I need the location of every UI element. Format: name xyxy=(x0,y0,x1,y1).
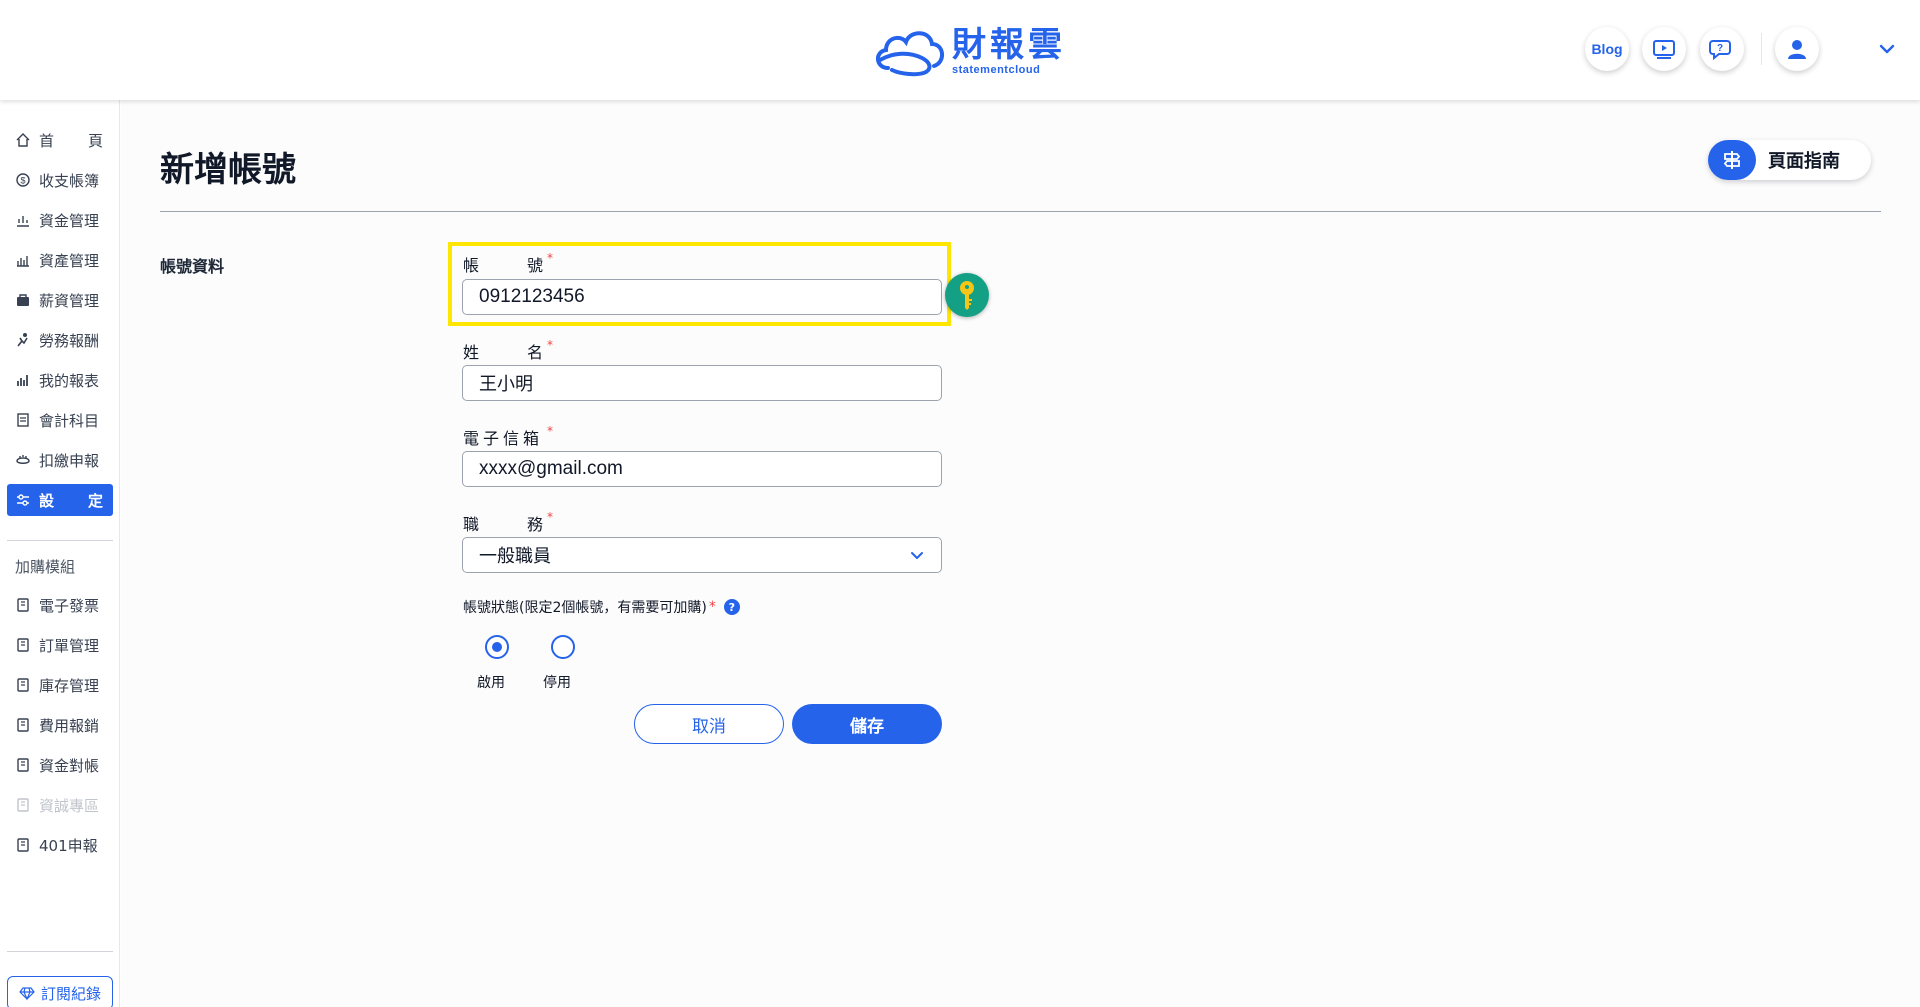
sidebar-item-settings[interactable]: 設定 xyxy=(7,484,113,516)
status-enabled-label: 啟用 xyxy=(477,675,505,691)
user-icon xyxy=(1788,40,1806,59)
brand-name-cn: 財報雲 xyxy=(952,24,1066,65)
sidebar-divider xyxy=(7,951,113,952)
sidebar-item-e-invoice[interactable]: 電子發票 xyxy=(7,589,113,621)
blog-button[interactable]: Blog xyxy=(1585,27,1629,71)
subscription-history-button[interactable]: 訂閱紀錄 xyxy=(7,976,113,1007)
sidebar-item-pwc-zone: 資誠專區 xyxy=(7,789,113,821)
ledger-icon xyxy=(17,413,29,427)
brand-logo[interactable]: 財報雲 statementcloud xyxy=(870,22,1066,80)
sidebar-divider xyxy=(7,540,113,541)
title-divider xyxy=(160,211,1881,212)
save-button[interactable]: 儲存 xyxy=(792,704,942,744)
module-icon xyxy=(17,838,29,852)
account-input[interactable]: 0912123456 xyxy=(462,279,942,315)
status-enabled-radio[interactable] xyxy=(485,635,509,659)
help-chat-icon: ? xyxy=(1709,40,1731,61)
header-divider xyxy=(1761,33,1762,65)
account-label: 帳號 * xyxy=(463,251,553,275)
sidebar xyxy=(0,100,120,1007)
sidebar-item-asset-management[interactable]: 資產管理 xyxy=(7,244,113,276)
email-label: 電子信箱 * xyxy=(463,424,554,448)
sidebar-item-withholding-declaration[interactable]: 扣繳申報 xyxy=(7,444,113,476)
required-mark: * xyxy=(547,424,554,438)
status-disabled-label: 停用 xyxy=(543,675,571,691)
video-guide-icon xyxy=(1653,40,1675,59)
asset-icon xyxy=(17,256,29,267)
key-icon xyxy=(960,281,974,310)
help-icon[interactable]: ? xyxy=(723,599,740,615)
role-label: 職務 * xyxy=(463,510,553,534)
required-mark: * xyxy=(547,338,553,352)
status-disabled-radio[interactable] xyxy=(551,635,575,659)
required-mark: * xyxy=(708,599,716,615)
svg-text:$: $ xyxy=(20,176,25,186)
module-icon xyxy=(17,638,29,652)
module-icon xyxy=(17,798,29,812)
sidebar-item-accounting-subjects[interactable]: 會計科目 xyxy=(7,404,113,436)
module-icon xyxy=(17,598,29,612)
role-select[interactable]: 一般職員 xyxy=(462,537,942,573)
coin-icon: $ xyxy=(16,173,30,187)
email-input[interactable]: xxxx@gmail.com xyxy=(462,451,942,487)
signpost-icon xyxy=(1723,151,1741,169)
cancel-button[interactable]: 取消 xyxy=(634,704,784,744)
help-chat-button[interactable]: ? xyxy=(1700,27,1744,71)
required-mark: * xyxy=(547,510,553,524)
generate-key-button[interactable] xyxy=(945,273,989,317)
addon-section-title: 加購模組 xyxy=(15,558,76,576)
top-header: 財報雲 statementcloud Blog ? xyxy=(0,0,1920,100)
chevron-down-icon xyxy=(911,552,923,559)
diamond-icon xyxy=(19,987,35,1001)
sidebar-item-401-declaration[interactable]: 401申報 xyxy=(7,829,113,861)
labor-icon xyxy=(17,333,28,347)
sidebar-item-my-reports[interactable]: 我的報表 xyxy=(7,364,113,396)
sidebar-item-expense-reimbursement[interactable]: 費用報銷 xyxy=(7,709,113,741)
module-icon xyxy=(17,678,29,692)
page-guide-button[interactable]: 頁面指南 xyxy=(1708,140,1871,180)
page-title: 新增帳號 xyxy=(160,150,296,190)
brand-name-en: statementcloud xyxy=(952,63,1041,76)
home-icon xyxy=(16,133,30,147)
user-avatar-button[interactable] xyxy=(1775,27,1819,71)
video-guide-button[interactable] xyxy=(1642,27,1686,71)
module-icon xyxy=(17,758,29,772)
sidebar-item-ledger-book[interactable]: $ 收支帳簿 xyxy=(7,164,113,196)
cloud-logo-icon xyxy=(876,31,944,77)
tax-icon xyxy=(16,455,30,464)
sidebar-item-order-management[interactable]: 訂單管理 xyxy=(7,629,113,661)
section-label: 帳號資料 xyxy=(160,257,225,276)
settings-sliders-icon xyxy=(17,494,29,506)
report-icon xyxy=(17,375,28,386)
name-input[interactable]: 王小明 xyxy=(462,365,942,401)
page-guide-label: 頁面指南 xyxy=(1768,151,1840,172)
name-label: 姓名 * xyxy=(463,338,553,362)
account-status-label: 帳號狀態(限定2個帳號，有需要可加購) * ? xyxy=(463,597,740,617)
sidebar-item-inventory-management[interactable]: 庫存管理 xyxy=(7,669,113,701)
svg-text:?: ? xyxy=(1717,43,1723,54)
blog-label: Blog xyxy=(1591,41,1623,57)
required-mark: * xyxy=(547,251,553,265)
sidebar-item-home[interactable]: 首頁 xyxy=(7,124,113,156)
chevron-down-icon[interactable] xyxy=(1876,38,1898,60)
main-content xyxy=(121,100,1920,1007)
sidebar-item-fund-reconciliation[interactable]: 資金對帳 xyxy=(7,749,113,781)
salary-icon xyxy=(17,294,29,306)
fund-icon xyxy=(17,216,29,227)
sidebar-item-salary-management[interactable]: 薪資管理 xyxy=(7,284,113,316)
sidebar-item-fund-management[interactable]: 資金管理 xyxy=(7,204,113,236)
module-icon xyxy=(17,718,29,732)
sidebar-item-labor-remuneration[interactable]: 勞務報酬 xyxy=(7,324,113,356)
